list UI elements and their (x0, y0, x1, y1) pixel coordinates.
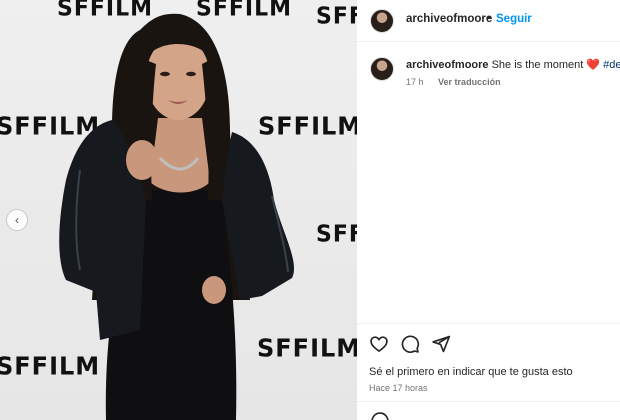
chevron-left-icon: ‹ (15, 213, 19, 227)
post-side-panel: archiveofmoore • Seguir archiveofmoore S… (357, 0, 620, 420)
author-username[interactable]: archiveofmoore (406, 13, 492, 25)
comment-icon[interactable] (400, 334, 420, 354)
caption-avatar[interactable] (370, 57, 394, 81)
share-icon[interactable] (431, 334, 451, 354)
likes-text: Sé el primero en indicar que te gusta es… (369, 366, 573, 378)
caption-body: She is the moment (491, 59, 584, 71)
divider (357, 401, 620, 402)
caption-username[interactable]: archiveofmoore (406, 59, 489, 71)
caption-meta: 17 h Ver traducción (406, 77, 501, 87)
separator-dot: • (487, 12, 491, 24)
follow-button[interactable]: Seguir (496, 13, 532, 25)
post-photo[interactable]: SFFILM SFFILM SFFILM SFFILM SFFILM SFFIL… (0, 0, 357, 420)
avatar[interactable] (370, 9, 394, 33)
caption-text: archiveofmoore She is the moment ❤️ #dem (406, 58, 620, 71)
emoji-icon[interactable] (370, 411, 390, 420)
person-figure (59, 13, 295, 420)
divider (357, 323, 620, 324)
caption-hashtag[interactable]: #dem (603, 59, 620, 71)
heart-icon[interactable] (369, 334, 389, 354)
caption-time[interactable]: 17 h (406, 77, 424, 87)
post-header: archiveofmoore • Seguir (357, 0, 620, 42)
heart-emoji: ❤️ (586, 59, 601, 71)
previous-slide-button[interactable]: ‹ (6, 209, 28, 231)
post-timestamp: Hace 17 horas (369, 383, 428, 393)
translate-link[interactable]: Ver traducción (438, 77, 501, 87)
